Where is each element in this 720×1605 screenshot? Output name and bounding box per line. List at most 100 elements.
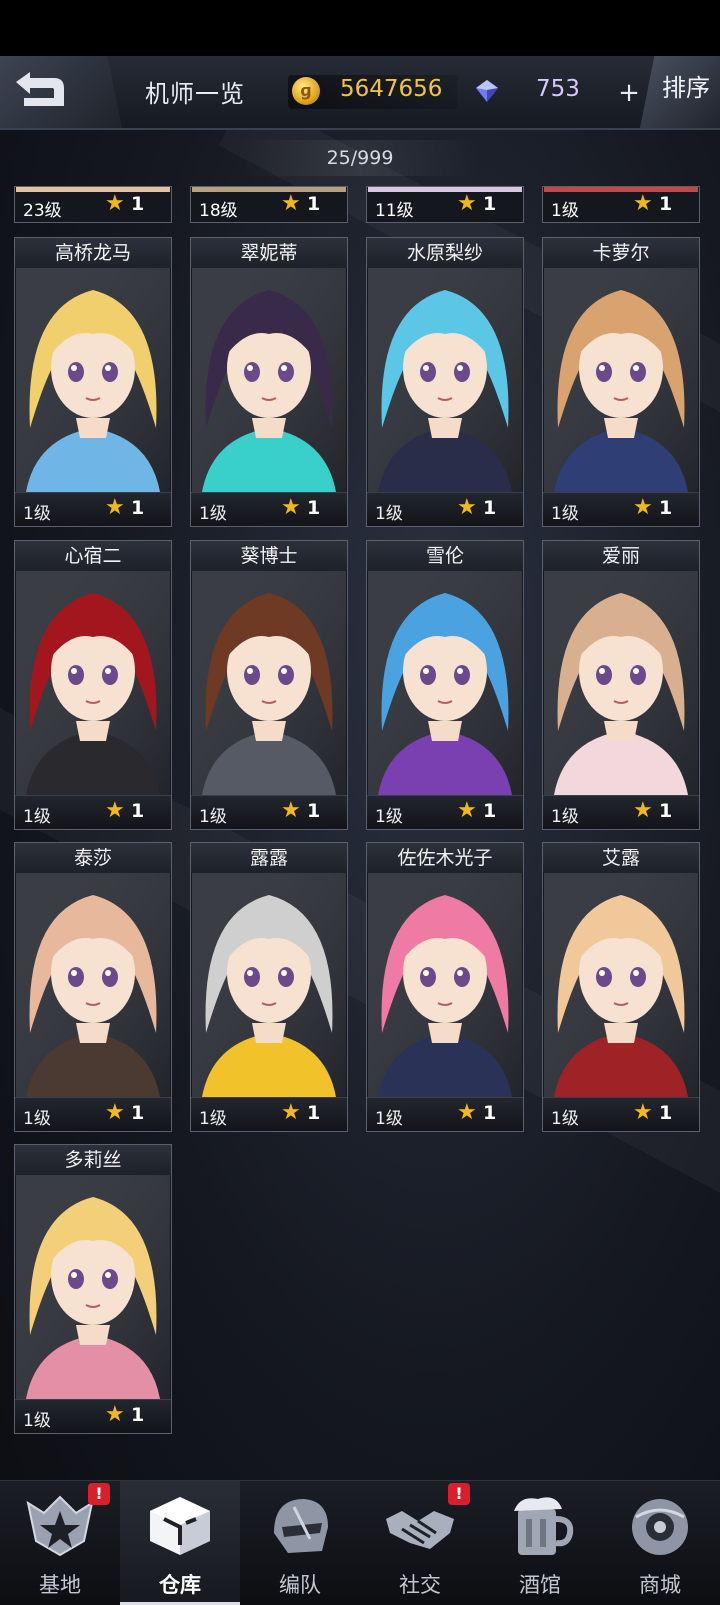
pilot-card-footer: 1级 ★ 1 xyxy=(367,492,523,526)
star-icon: ★ xyxy=(633,798,653,823)
pilot-card[interactable]: 佐佐木光子 1级 ★ 1 xyxy=(366,842,524,1132)
diamond-gem-icon xyxy=(476,80,498,102)
pilot-card-footer: 1级 ★ 1 xyxy=(15,1097,171,1131)
pilot-card-partial[interactable]: 23级 ★ 1 xyxy=(14,186,172,223)
pilot-level: 18级 xyxy=(199,201,238,221)
pilot-level: 1级 xyxy=(375,807,403,827)
pilot-portrait xyxy=(368,571,522,795)
nav-tab-6[interactable]: 商城 xyxy=(600,1481,720,1605)
nav-tab-4[interactable]: ! 社交 xyxy=(360,1481,480,1605)
pilot-portrait xyxy=(16,268,170,492)
pilot-card[interactable]: 心宿二 1级 ★ 1 xyxy=(14,540,172,830)
pilot-card[interactable]: 雪伦 1级 ★ 1 xyxy=(366,540,524,830)
pilot-name: 翠妮蒂 xyxy=(191,238,347,268)
star-icon: ★ xyxy=(281,495,301,520)
roster-count: 25/999 xyxy=(326,147,394,169)
star-icon: ★ xyxy=(457,1100,477,1125)
star-icon: ★ xyxy=(105,495,125,520)
portrait-strip xyxy=(544,187,698,192)
star-count: 1 xyxy=(659,497,673,519)
pilot-portrait xyxy=(16,873,170,1097)
bottom-navigation: ! 基地 仓库 编队 ! 社交 酒馆 商城 xyxy=(0,1480,720,1605)
star-count: 1 xyxy=(659,1102,673,1124)
page-title: 机师一览 xyxy=(145,80,245,108)
pilot-level: 23级 xyxy=(23,201,62,221)
nav-tab-3[interactable]: 编队 xyxy=(240,1481,360,1605)
nav-tab-1[interactable]: ! 基地 xyxy=(0,1481,120,1605)
star-count: 1 xyxy=(307,800,321,822)
pilot-card[interactable]: 翠妮蒂 1级 ★ 1 xyxy=(190,237,348,527)
pilot-name: 露露 xyxy=(191,843,347,873)
pilot-portrait xyxy=(544,268,698,492)
base-emblem-icon xyxy=(24,1493,96,1559)
pilot-portrait xyxy=(368,873,522,1097)
star-icon: ★ xyxy=(633,191,653,216)
pilot-portrait xyxy=(544,873,698,1097)
star-icon: ★ xyxy=(281,1100,301,1125)
star-icon: ★ xyxy=(457,495,477,520)
pilot-card[interactable]: 艾露 1级 ★ 1 xyxy=(542,842,700,1132)
pilot-level: 1级 xyxy=(551,504,579,524)
pilot-card-partial[interactable]: 1级 ★ 1 xyxy=(542,186,700,223)
gold-amount: 5647656 xyxy=(340,76,443,102)
pilot-list-screen: 机师一览 ɡ 5647656 753 + 排序 25/999 23级 ★ 1 18级 ★… xyxy=(0,0,720,1605)
add-gems-button[interactable]: + xyxy=(614,78,644,108)
pilot-card-footer: 1级 ★ 1 xyxy=(15,1399,171,1433)
sort-button[interactable]: 排序 xyxy=(640,56,720,128)
pilot-name: 葵博士 xyxy=(191,541,347,571)
pilot-name: 高桥龙马 xyxy=(15,238,171,268)
star-icon: ★ xyxy=(105,798,125,823)
pilot-card[interactable]: 泰莎 1级 ★ 1 xyxy=(14,842,172,1132)
alert-badge-icon: ! xyxy=(88,1483,110,1505)
star-icon: ★ xyxy=(281,798,301,823)
nav-tab-5[interactable]: 酒馆 xyxy=(480,1481,600,1605)
pilot-card-footer: 1级 ★ 1 xyxy=(191,492,347,526)
pilot-card[interactable]: 露露 1级 ★ 1 xyxy=(190,842,348,1132)
pilot-card[interactable]: 卡萝尔 1级 ★ 1 xyxy=(542,237,700,527)
pilot-level: 1级 xyxy=(23,1109,51,1129)
pilot-level: 1级 xyxy=(23,1411,51,1431)
pilot-card-footer: 1级 ★ 1 xyxy=(543,795,699,829)
pilot-portrait xyxy=(544,571,698,795)
star-icon: ★ xyxy=(633,1100,653,1125)
pilot-card[interactable]: 多莉丝 1级 ★ 1 xyxy=(14,1144,172,1434)
status-bar-area xyxy=(0,0,720,56)
star-count: 1 xyxy=(483,1102,497,1124)
pilot-name: 泰莎 xyxy=(15,843,171,873)
pilot-card-footer: 1级 ★ 1 xyxy=(15,492,171,526)
pilot-card-partial[interactable]: 11级 ★ 1 xyxy=(366,186,524,223)
pilot-card[interactable]: 爱丽 1级 ★ 1 xyxy=(542,540,700,830)
pilot-card-footer: 1级 ★ 1 xyxy=(367,795,523,829)
handshake-icon xyxy=(384,1493,456,1559)
top-header: 机师一览 ɡ 5647656 753 + 排序 xyxy=(0,56,720,130)
back-button[interactable] xyxy=(0,56,122,128)
beer-mug-icon xyxy=(504,1493,576,1559)
pilot-card[interactable]: 水原梨纱 1级 ★ 1 xyxy=(366,237,524,527)
pilot-level: 1级 xyxy=(551,807,579,827)
pilot-card-footer: 1级 ★ 1 xyxy=(543,1097,699,1131)
pilot-card[interactable]: 高桥龙马 1级 ★ 1 xyxy=(14,237,172,527)
star-count: 1 xyxy=(307,193,321,215)
pilot-card-footer: 1级 ★ 1 xyxy=(191,795,347,829)
pilot-card-partial[interactable]: 18级 ★ 1 xyxy=(190,186,348,223)
pilot-name: 多莉丝 xyxy=(15,1145,171,1175)
pilot-card[interactable]: 葵博士 1级 ★ 1 xyxy=(190,540,348,830)
star-count: 1 xyxy=(483,800,497,822)
alert-badge-icon: ! xyxy=(448,1483,470,1505)
pilot-card-footer: 1级 ★ 1 xyxy=(15,795,171,829)
pilot-card-footer: 1级 ★ 1 xyxy=(543,492,699,526)
pilot-name: 爱丽 xyxy=(543,541,699,571)
nav-tab-2[interactable]: 仓库 xyxy=(120,1481,240,1605)
pilot-name: 水原梨纱 xyxy=(367,238,523,268)
pilot-portrait xyxy=(192,571,346,795)
nav-label: 基地 xyxy=(39,1573,81,1597)
star-count: 1 xyxy=(659,800,673,822)
pilot-level: 1级 xyxy=(551,1109,579,1129)
nav-label: 商城 xyxy=(639,1573,681,1597)
nav-label: 编队 xyxy=(279,1573,321,1597)
pilot-card-footer: 1级 ★ 1 xyxy=(191,1097,347,1131)
portrait-strip xyxy=(192,187,346,192)
pilot-portrait xyxy=(192,873,346,1097)
pilot-level: 1级 xyxy=(23,807,51,827)
pilot-level: 1级 xyxy=(551,201,579,221)
